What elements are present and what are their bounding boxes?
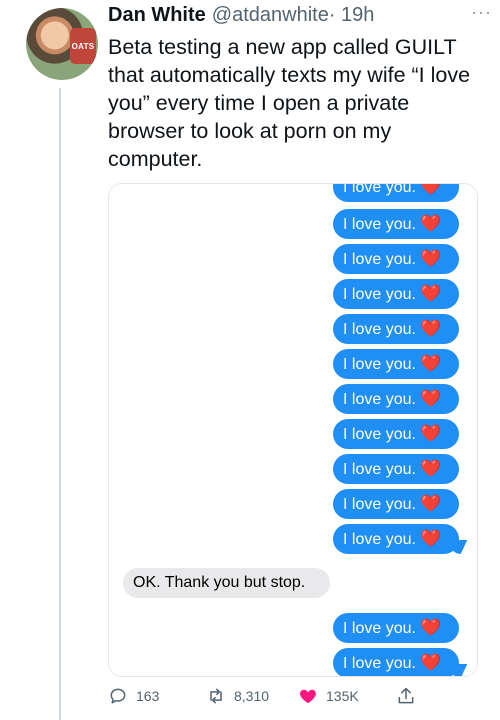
outgoing-message: I love you. ❤️	[333, 613, 459, 643]
outgoing-message: I love you. ❤️	[333, 314, 459, 344]
message-text: I love you.	[343, 216, 416, 233]
outgoing-message: I love you. ❤️	[333, 489, 459, 519]
red-heart-icon: ❤️	[419, 389, 442, 408]
outgoing-message: I love you. ❤️	[333, 454, 459, 484]
tweet-media-screenshot[interactable]: I love you. ❤️ I love you. ❤️ I love you. ❤…	[108, 183, 478, 677]
message-text: I love you.	[343, 461, 416, 478]
outgoing-message: I love you. ❤️	[333, 648, 459, 676]
tweet-text: Beta testing a new app called GUILT that…	[108, 35, 471, 171]
like-button[interactable]: 135K	[298, 686, 359, 706]
red-heart-icon: ❤️	[419, 249, 442, 268]
author-name[interactable]: Dan White	[108, 4, 206, 27]
outgoing-message: I love you. ❤️	[333, 524, 459, 554]
red-heart-icon: ❤️	[419, 319, 442, 338]
red-heart-icon: ❤️	[419, 653, 442, 672]
reply-count: 163	[136, 688, 160, 704]
message-text: I love you.	[343, 286, 416, 303]
share-icon	[398, 687, 414, 704]
red-heart-icon: ❤️	[419, 494, 442, 513]
share-button[interactable]	[396, 686, 424, 706]
message-text: I love you.	[343, 251, 416, 268]
retweet-count: 8,310	[234, 688, 270, 704]
message-text: I love you.	[343, 655, 416, 672]
message-text: I love you.	[343, 531, 416, 548]
message-text: I love you.	[343, 356, 416, 373]
red-heart-icon: ❤️	[419, 354, 442, 373]
red-heart-icon: ❤️	[419, 424, 442, 443]
tweet-actions: 163 8,310 135K	[108, 686, 488, 710]
outgoing-message: I love you. ❤️	[333, 279, 459, 309]
tweet-header: Dan White @atdanwhite · 19h	[108, 4, 488, 34]
red-heart-icon: ❤️	[419, 618, 442, 637]
red-heart-icon: ❤️	[419, 284, 442, 303]
outgoing-message: I love you. ❤️	[333, 384, 459, 414]
message-text: I love you.	[343, 391, 416, 408]
oats-logo: OATS	[70, 28, 96, 64]
author-handle[interactable]: @atdanwhite	[212, 4, 329, 27]
more-options-icon[interactable]: ···	[471, 2, 492, 23]
outgoing-message: I love you. ❤️	[333, 349, 459, 379]
red-heart-icon: ❤️	[419, 459, 442, 478]
retweet-icon	[210, 688, 222, 704]
message-text: I love you.	[343, 183, 416, 196]
red-heart-icon: ❤️	[419, 183, 442, 196]
heart-icon	[300, 689, 316, 704]
incoming-message: OK. Thank you but stop.	[123, 568, 330, 598]
outgoing-message: I love you. ❤️	[333, 209, 459, 239]
red-heart-icon: ❤️	[419, 214, 442, 233]
reply-button[interactable]: 163	[108, 686, 159, 706]
retweet-button[interactable]: 8,310	[206, 686, 269, 706]
reply-icon	[110, 688, 126, 704]
avatar[interactable]: OATS	[26, 8, 98, 80]
outgoing-message: I love you. ❤️	[333, 419, 459, 449]
outgoing-message: I love you. ❤️	[333, 183, 459, 202]
message-text: I love you.	[343, 620, 416, 637]
thread-line	[59, 88, 61, 720]
message-text: I love you.	[343, 321, 416, 338]
message-text: I love you.	[343, 496, 416, 513]
like-count: 135K	[326, 688, 359, 704]
tweet-time[interactable]: · 19h	[329, 4, 375, 27]
outgoing-message: I love you. ❤️	[333, 244, 459, 274]
message-text: I love you.	[343, 426, 416, 443]
red-heart-icon: ❤️	[419, 529, 442, 548]
message-text: OK. Thank you but stop.	[133, 574, 306, 591]
